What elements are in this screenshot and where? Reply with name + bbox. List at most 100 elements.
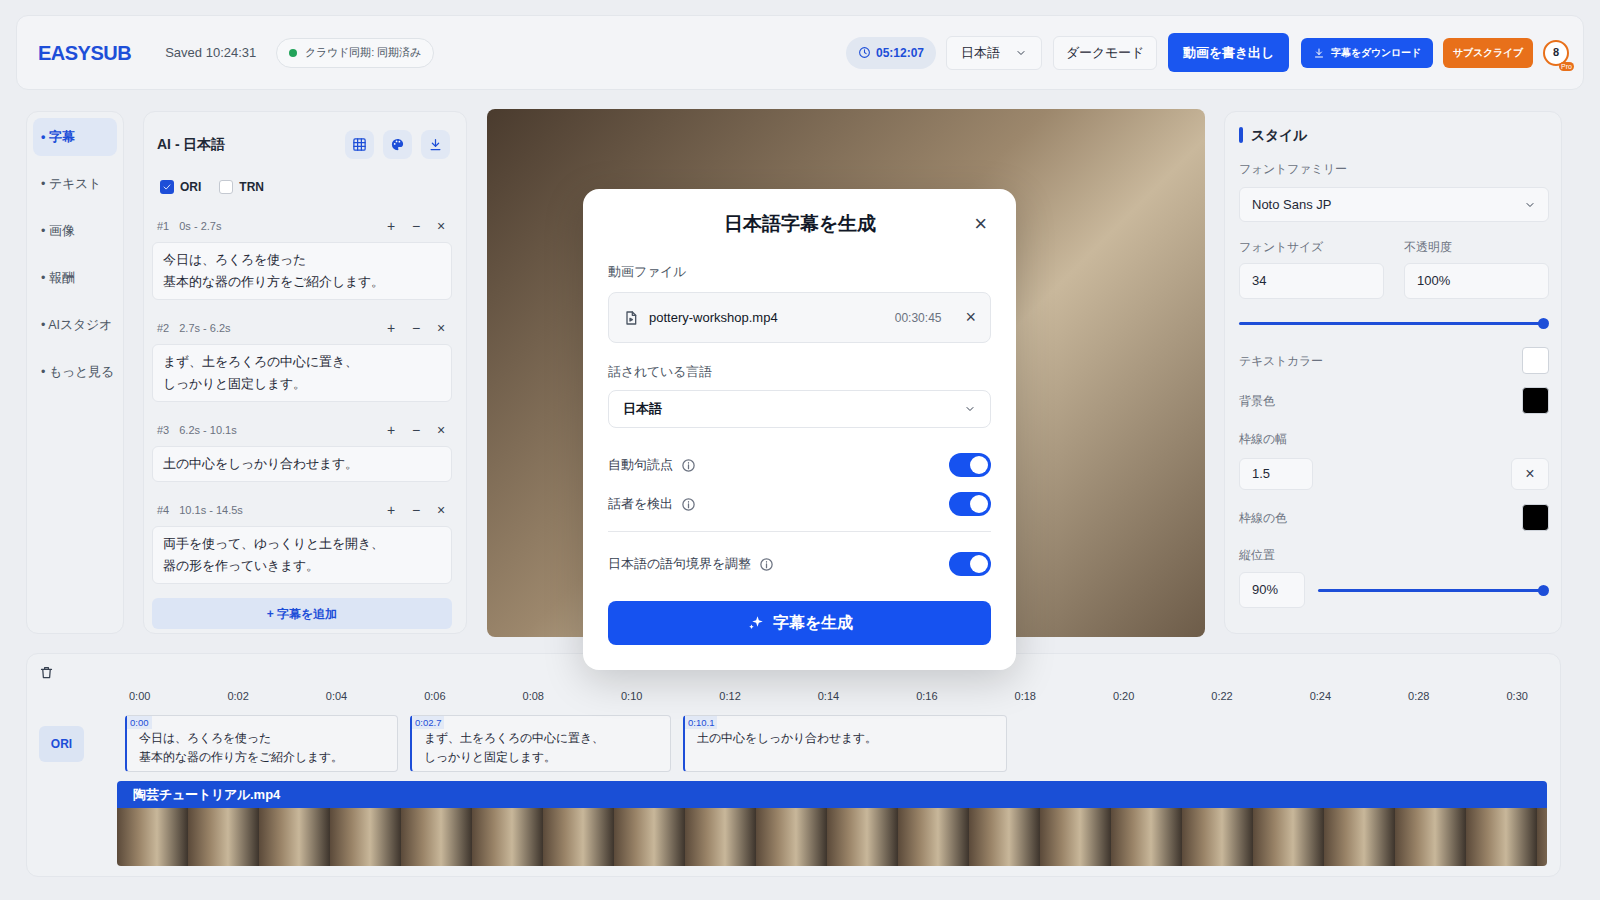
nav-item[interactable]: • 報酬 (33, 259, 117, 297)
language-select[interactable]: 日本語 (608, 390, 991, 428)
entry-action-button[interactable]: − (405, 420, 427, 441)
entry-action-button[interactable]: + (380, 420, 402, 441)
info-icon[interactable] (759, 557, 774, 572)
entry-action-button[interactable]: + (380, 216, 402, 237)
info-icon[interactable] (681, 458, 696, 473)
nav-item[interactable]: • 字幕 (33, 118, 117, 156)
sync-label: クラウド同期: 同期済み (305, 44, 421, 61)
entry-action-button[interactable]: + (380, 318, 402, 339)
nav-item[interactable]: • テキスト (33, 165, 117, 203)
text-input[interactable]: 100% (1404, 263, 1549, 299)
entry-text[interactable]: 両手を使って、ゆっくりと土を開き、 器の形を作っていきます。 (152, 526, 452, 584)
track-checkbox[interactable]: TRN (219, 178, 264, 196)
modal-options: 自動句読点話者を検出日本語の語句境界を調整 (608, 428, 991, 579)
color-swatch[interactable] (1522, 387, 1549, 414)
entry-time: 10.1s - 14.5s (179, 502, 243, 519)
nav-item[interactable]: • AIスタジオ (33, 306, 117, 344)
entry-actions: +−× (380, 500, 452, 521)
entry-time: 6.2s - 10.1s (179, 422, 236, 439)
entry-action-button[interactable]: − (405, 318, 427, 339)
style-panel: スタイルフォントファミリーNoto Sans JPフォントサイズ不透明度3410… (1224, 111, 1562, 634)
toggle-knob (970, 495, 988, 513)
text-input[interactable]: 1.5 (1239, 458, 1313, 490)
pro-badge: Pro (1559, 62, 1574, 71)
toggle-switch[interactable] (949, 453, 991, 477)
entry-meta: #410.1s - 14.5s (157, 502, 243, 519)
entry-action-button[interactable]: − (405, 500, 427, 521)
subtitle-clip[interactable]: 0:10.1土の中心をしっかり合わせます。 (683, 715, 1007, 772)
toggle-switch[interactable] (949, 552, 991, 576)
subtitle-clip[interactable]: 0:00今日は、ろくろを使った 基本的な器の作り方をご紹介します。 (125, 715, 398, 772)
color-swatch[interactable] (1522, 347, 1549, 374)
entry-action-button[interactable]: × (430, 500, 452, 521)
toggle-switch[interactable] (949, 492, 991, 516)
track-checkbox[interactable]: ORI (160, 178, 201, 196)
slider-thumb[interactable] (1538, 318, 1549, 329)
time-tick: 0:18 (1015, 688, 1036, 705)
trash-icon[interactable] (39, 665, 54, 680)
thumbnail-strip (117, 808, 1547, 866)
language-select[interactable]: 日本語 (946, 36, 1042, 70)
slider-track[interactable] (1239, 322, 1544, 325)
opacity-slider (1239, 317, 1549, 329)
checkbox[interactable] (219, 180, 233, 194)
entry-text[interactable]: まず、土をろくろの中心に置き、 しっかりと固定します。 (152, 344, 452, 402)
font-select[interactable]: Noto Sans JP (1239, 187, 1549, 222)
timer: 05:12:07 (846, 37, 936, 69)
slider-track[interactable] (1318, 589, 1544, 592)
time-tick: 0:16 (916, 688, 937, 705)
slider-thumb[interactable] (1538, 585, 1549, 596)
nav-item[interactable]: • 画像 (33, 212, 117, 250)
sparkle-icon (747, 614, 765, 632)
time-tick: 0:20 (1113, 688, 1134, 705)
entry-action-button[interactable]: + (380, 500, 402, 521)
option-label: 自動句読点 (608, 455, 673, 475)
add-subtitle-button[interactable]: + 字幕を追加 (152, 598, 452, 629)
entry-text[interactable]: 土の中心をしっかり合わせます。 (152, 446, 452, 482)
time-tick: 0:04 (326, 688, 347, 705)
position-row: 90% (1239, 572, 1549, 608)
generate-button[interactable]: 字幕を生成 (608, 601, 991, 645)
video-track[interactable]: 陶芸チュートリアル.mp4 (117, 781, 1547, 866)
palette-icon[interactable] (383, 130, 412, 159)
export-button[interactable]: 動画を書き出し (1168, 33, 1289, 72)
text-input[interactable]: 34 (1239, 263, 1384, 299)
field-label: 不透明度 (1404, 239, 1549, 255)
entry-action-button[interactable]: × (430, 318, 452, 339)
entry-time: 0s - 2.7s (179, 218, 221, 235)
dialog-title: 日本語字幕を生成 (724, 210, 876, 239)
download-button[interactable]: 字幕をダウンロード (1301, 38, 1433, 68)
time-ruler: 0:000:020:040:060:080:100:120:140:160:18… (129, 687, 1528, 705)
download-icon[interactable] (421, 130, 450, 159)
info-icon[interactable] (681, 497, 696, 512)
close-button[interactable]: × (974, 210, 987, 238)
file-row: pottery-workshop.mp400:30:45× (608, 292, 991, 343)
color-swatch[interactable] (1522, 504, 1549, 531)
entry-action-button[interactable]: × (430, 216, 452, 237)
size-labels: フォントサイズ不透明度 (1239, 239, 1549, 255)
subtitle-header: AI - 日本語 (152, 124, 452, 164)
clear-button[interactable]: × (1511, 458, 1549, 490)
checkbox[interactable] (160, 180, 174, 194)
file-name: pottery-workshop.mp4 (649, 308, 885, 328)
track-toggles: ORI TRN (152, 174, 452, 200)
border-width-row: 1.5 × (1239, 458, 1549, 490)
timer-value: 05:12:07 (876, 44, 924, 62)
language-value: 日本語 (623, 399, 662, 419)
avatar-count: 8 (1553, 44, 1559, 61)
nav-item[interactable]: • もっと見る (33, 353, 117, 391)
subscribe-button[interactable]: サブスクライブ (1443, 38, 1533, 68)
entry-action-button[interactable]: − (405, 216, 427, 237)
subtitle-entry: #36.2s - 10.1s+−×土の中心をしっかり合わせます。 (152, 419, 452, 482)
avatar[interactable]: 8Pro (1543, 40, 1569, 66)
clock-icon (858, 46, 871, 59)
entry-id: #2 (157, 320, 169, 337)
dark-mode-button[interactable]: ダークモード (1053, 36, 1157, 70)
table-icon[interactable] (345, 130, 374, 159)
entry-text[interactable]: 今日は、ろくろを使った 基本的な器の作り方をご紹介します。 (152, 242, 452, 300)
text-input[interactable]: 90% (1239, 572, 1305, 608)
entry-action-button[interactable]: × (430, 420, 452, 441)
subtitle-clip[interactable]: 0:02.7まず、土をろくろの中心に置き、 しっかりと固定します。 (410, 715, 671, 772)
remove-file-button[interactable]: × (965, 304, 976, 331)
entry-time: 2.7s - 6.2s (179, 320, 230, 337)
